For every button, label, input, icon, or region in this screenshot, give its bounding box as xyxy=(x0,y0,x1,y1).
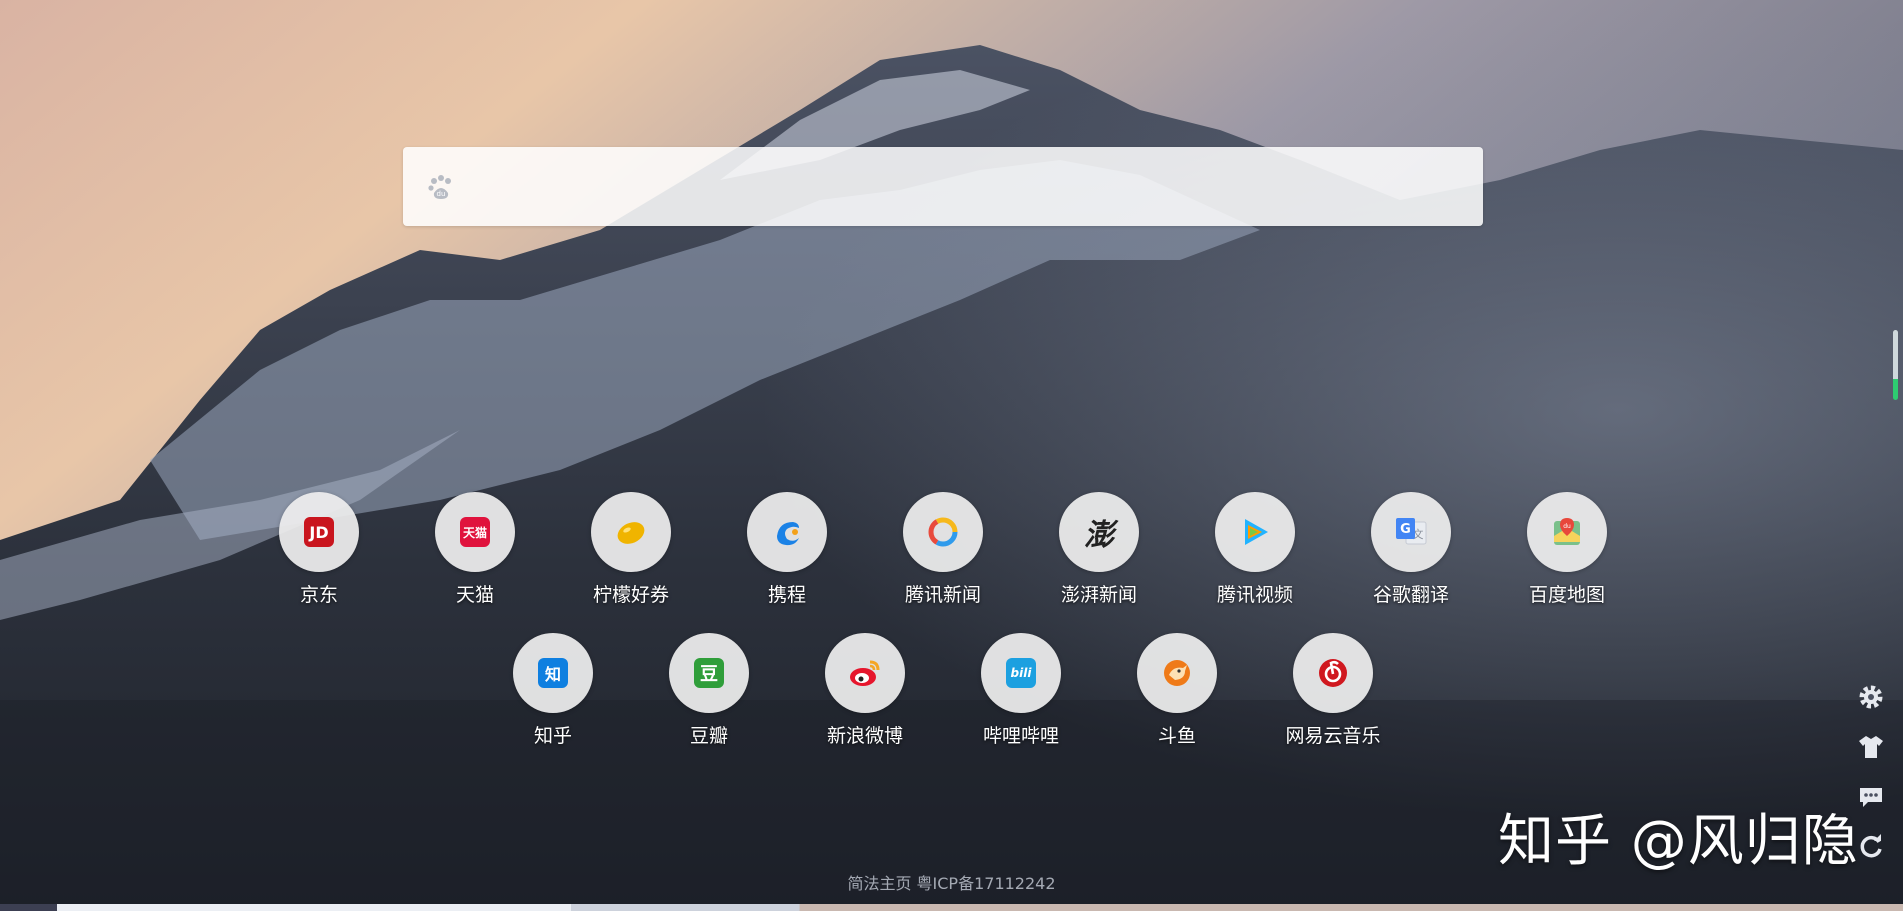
shirt-icon xyxy=(1859,736,1883,758)
bottom-taskbar-strip xyxy=(0,904,1903,911)
shortcut-icon-circle[interactable]: du xyxy=(1527,492,1607,572)
douban-icon: 豆 xyxy=(694,658,724,688)
theme-button[interactable] xyxy=(1851,722,1891,772)
shortcut-icon-circle[interactable]: 豆 xyxy=(669,633,749,713)
shortcut-tile[interactable]: 文 G 谷歌翻译 xyxy=(1351,492,1471,612)
shortcut-label: 谷歌翻译 xyxy=(1372,584,1449,606)
search-box[interactable]: du xyxy=(403,147,1483,228)
tencent-news-icon xyxy=(928,517,958,547)
shortcut-tile[interactable]: 柠檬好券 xyxy=(571,492,691,612)
zhihu-watermark: 知乎 @风归隐 xyxy=(1498,809,1859,874)
shortcut-label: 知乎 xyxy=(533,725,572,747)
netease-music-icon xyxy=(1319,659,1347,687)
chat-icon xyxy=(1860,788,1882,807)
shortcut-tile[interactable]: 网易云音乐 xyxy=(1273,633,1393,753)
shortcut-label: 腾讯新闻 xyxy=(904,584,981,606)
shortcut-label: 百度地图 xyxy=(1528,584,1605,606)
svg-text:du: du xyxy=(437,190,446,198)
svg-text:G: G xyxy=(1400,522,1411,537)
ctrip-icon xyxy=(777,522,799,546)
shortcut-tile[interactable]: 豆豆瓣 xyxy=(649,633,769,753)
shortcut-label: 携程 xyxy=(767,584,806,606)
shortcut-tile[interactable]: bili 哔哩哔哩 xyxy=(961,633,1081,753)
shortcut-icon-circle[interactable] xyxy=(1137,633,1217,713)
shortcut-tile[interactable]: 知知乎 xyxy=(493,633,613,753)
settings-button[interactable] xyxy=(1851,672,1891,722)
shortcut-tile[interactable]: 斗鱼 xyxy=(1117,633,1237,753)
weibo-icon xyxy=(850,660,880,686)
shortcut-label: 斗鱼 xyxy=(1157,725,1196,747)
shortcut-label: 天猫 xyxy=(455,584,494,606)
shortcut-tile[interactable]: 腾讯视频 xyxy=(1195,492,1315,612)
refresh-icon xyxy=(1860,834,1882,858)
shortcut-tile[interactable]: 天猫 天猫 xyxy=(415,492,535,612)
shortcut-label: 腾讯视频 xyxy=(1216,584,1293,606)
zhihu-icon: 知 xyxy=(538,658,568,688)
shortcut-label: 澎湃新闻 xyxy=(1060,584,1137,606)
thepaper-icon: 澎 xyxy=(1084,518,1114,553)
tmall-icon: 天猫 xyxy=(460,517,490,547)
shortcut-label: 豆瓣 xyxy=(689,725,728,747)
shortcut-tile[interactable]: 携程 xyxy=(727,492,847,612)
shortcut-tile[interactable]: 澎澎湃新闻 xyxy=(1039,492,1159,612)
shortcut-icon-circle[interactable]: JD xyxy=(279,492,359,572)
shortcut-tile[interactable]: JD 京东 xyxy=(259,492,379,612)
scroll-indicator[interactable] xyxy=(1893,330,1898,400)
shortcut-icon-circle[interactable] xyxy=(1293,633,1373,713)
google-translate-icon: 文G xyxy=(1396,518,1427,545)
shortcut-icon-circle[interactable]: bili xyxy=(981,633,1061,713)
baidu-paw-icon: du xyxy=(428,175,451,199)
lemon-icon xyxy=(617,522,645,544)
svg-text:du: du xyxy=(1563,523,1571,530)
jd-icon: JD xyxy=(304,517,334,547)
shortcut-icon-circle[interactable]: 天猫 xyxy=(435,492,515,572)
shortcut-label: 新浪微博 xyxy=(826,725,903,747)
bilibili-icon: bili xyxy=(1006,658,1036,688)
shortcut-label: 哔哩哔哩 xyxy=(982,725,1059,747)
shortcut-tile[interactable]: du 百度地图 xyxy=(1507,492,1627,612)
shortcut-tile[interactable]: 腾讯新闻 xyxy=(883,492,1003,612)
shortcut-tile[interactable]: 新浪微博 xyxy=(805,633,925,753)
search-input[interactable] xyxy=(473,147,1467,228)
shortcut-icon-circle[interactable] xyxy=(825,633,905,713)
baidu-map-icon: du xyxy=(1554,518,1580,545)
douyu-icon xyxy=(1164,660,1190,686)
shortcut-icon-circle[interactable] xyxy=(1215,492,1295,572)
tencent-video-icon xyxy=(1245,519,1268,545)
shortcut-label: 柠檬好券 xyxy=(592,584,669,606)
shortcut-icon-circle[interactable] xyxy=(903,492,983,572)
shortcut-label: 京东 xyxy=(299,584,338,606)
shortcut-icon-circle[interactable]: 文G xyxy=(1371,492,1451,572)
gear-icon xyxy=(1859,685,1883,709)
shortcut-icon-circle[interactable] xyxy=(747,492,827,572)
shortcut-icon-circle[interactable] xyxy=(591,492,671,572)
shortcut-icon-circle[interactable]: 知 xyxy=(513,633,593,713)
shortcut-label: 网易云音乐 xyxy=(1285,725,1381,747)
shortcut-icon-circle[interactable]: 澎 xyxy=(1059,492,1139,572)
background-wallpaper xyxy=(0,0,1903,911)
